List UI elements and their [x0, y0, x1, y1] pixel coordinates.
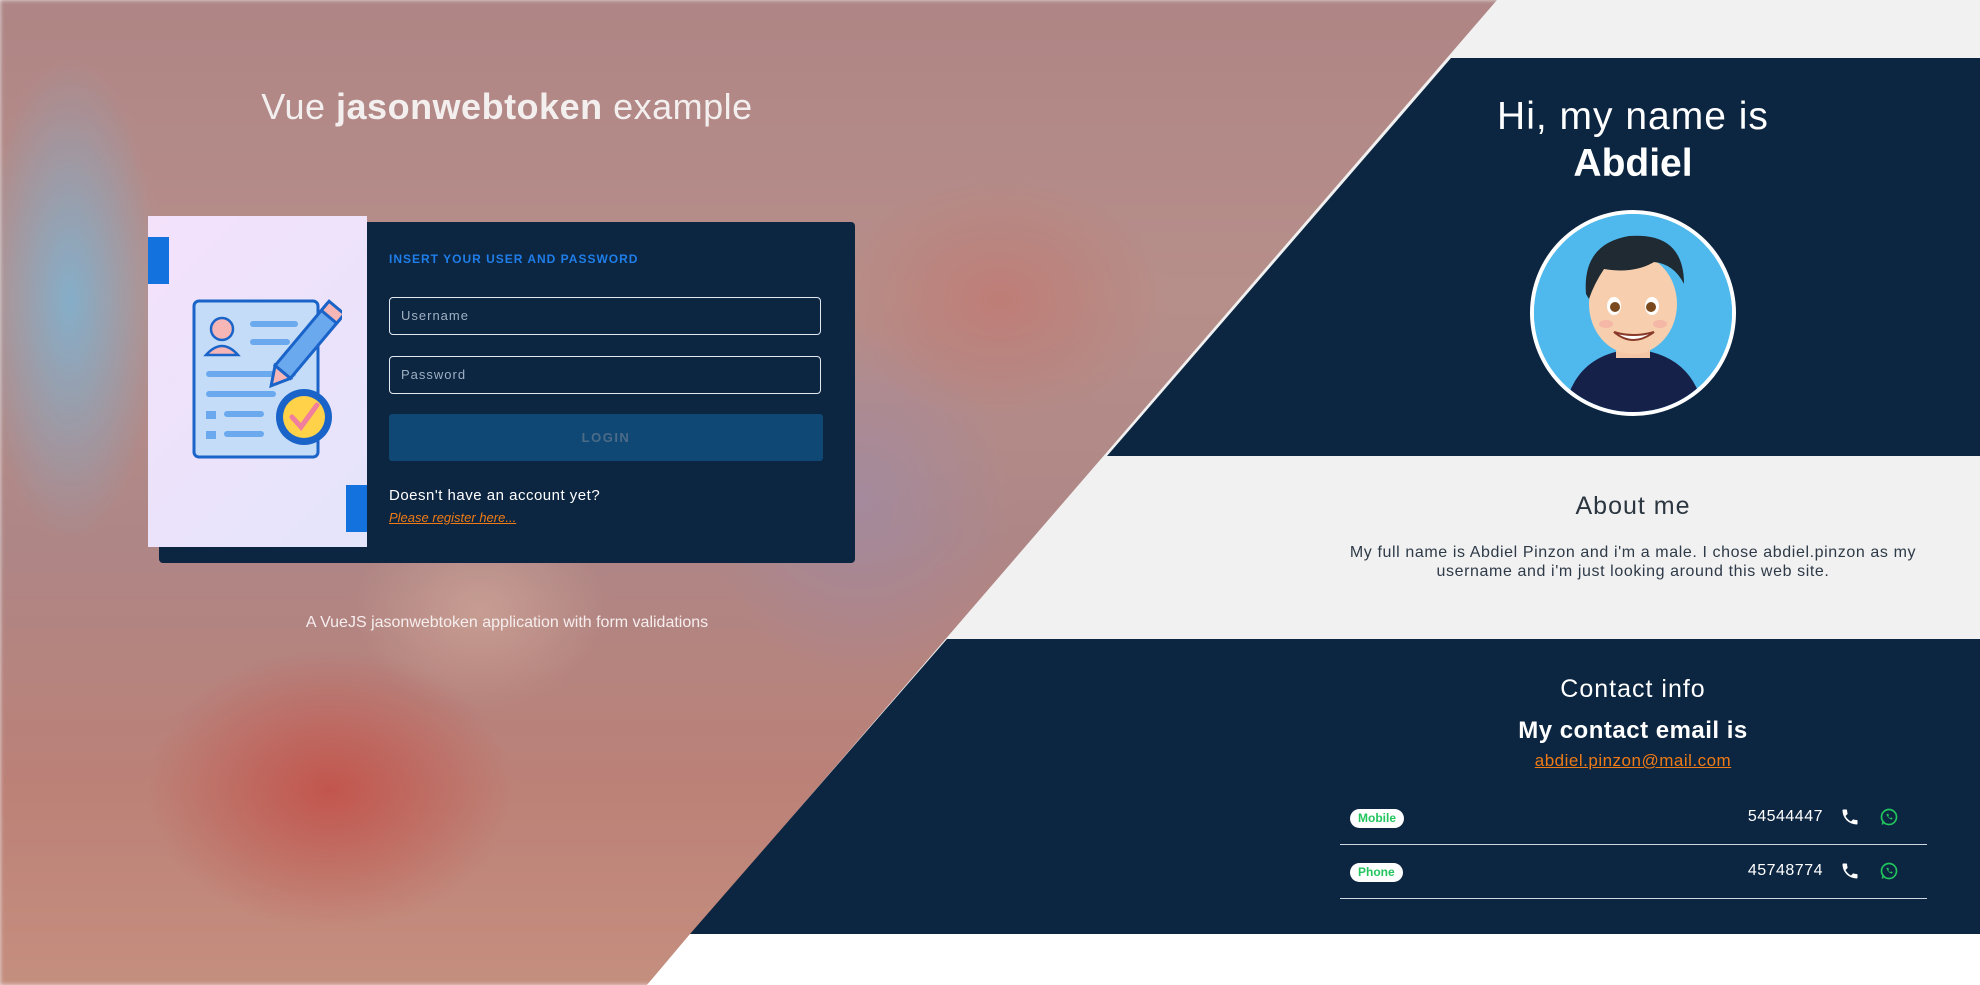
form-heading: INSERT YOUR USER AND PASSWORD — [389, 252, 639, 266]
about-text: My full name is Abdiel Pinzon and i'm a … — [1349, 544, 1917, 580]
contact-type-badge: Phone — [1350, 863, 1403, 882]
no-account-text: Doesn't have an account yet? — [389, 487, 601, 504]
login-illustration — [148, 216, 367, 547]
email-link[interactable]: abdiel.pinzon@mail.com — [1340, 751, 1926, 771]
about-title: About me — [1575, 492, 1691, 520]
login-button[interactable]: LOGIN — [389, 414, 823, 461]
greeting: Hi, my name is — [1497, 95, 1769, 138]
whatsapp-icon[interactable] — [1879, 807, 1899, 832]
document-check-icon — [192, 299, 342, 459]
phone-icon[interactable] — [1840, 861, 1860, 886]
page-title: Vue jasonwebtoken example — [261, 86, 753, 127]
contact-number: 54544447 — [1747, 808, 1823, 825]
register-link[interactable]: Please register here... — [389, 510, 516, 525]
contact-row: Phone 45748774 — [1340, 846, 1927, 899]
contact-number: 45748774 — [1747, 862, 1823, 879]
avatar — [1530, 210, 1736, 416]
contact-type-badge: Mobile — [1350, 809, 1404, 828]
password-input[interactable]: Password — [389, 356, 821, 394]
avatar-image — [1534, 214, 1732, 412]
contact-title: Contact info — [1560, 675, 1706, 703]
profile-name: Abdiel — [1573, 142, 1693, 185]
phone-icon[interactable] — [1840, 807, 1860, 832]
app-caption: A VueJS jasonwebtoken application with f… — [305, 614, 709, 631]
email-title: My contact email is — [1518, 717, 1748, 744]
whatsapp-icon[interactable] — [1879, 861, 1899, 886]
contact-row: Mobile 54544447 — [1340, 792, 1927, 845]
username-input[interactable]: Username — [389, 297, 821, 335]
